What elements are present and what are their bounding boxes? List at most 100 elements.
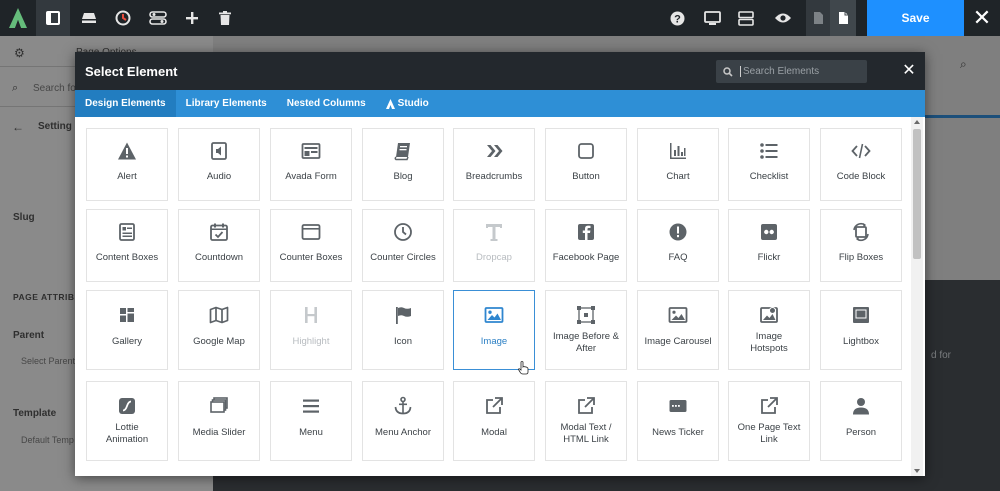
element-tile-button[interactable]: Button bbox=[545, 128, 627, 201]
publish-page-icon[interactable] bbox=[830, 0, 856, 36]
preview-search-icon[interactable]: ⌕ bbox=[960, 57, 967, 72]
element-tile-breadcrumbs[interactable]: Breadcrumbs bbox=[453, 128, 535, 201]
avada-logo-icon[interactable] bbox=[0, 0, 36, 36]
tab-nested-columns[interactable]: Nested Columns bbox=[277, 90, 376, 117]
close-builder-icon[interactable]: ✕ bbox=[964, 0, 1000, 36]
element-label: Image Hotspots bbox=[750, 331, 788, 354]
element-tile-news-ticker[interactable]: News Ticker bbox=[637, 381, 719, 461]
element-label: Menu bbox=[299, 427, 323, 438]
element-tile-code-block[interactable]: Code Block bbox=[820, 128, 902, 201]
element-tile-modal[interactable]: Modal bbox=[453, 381, 535, 461]
trash-icon[interactable] bbox=[208, 0, 242, 36]
element-label: Google Map bbox=[193, 336, 245, 347]
template-select[interactable]: Default Temp bbox=[21, 435, 74, 445]
preview-eye-icon[interactable] bbox=[766, 0, 800, 36]
search-sidebar-input[interactable]: Search for bbox=[33, 83, 79, 94]
element-tile-highlight[interactable]: Highlight bbox=[270, 290, 352, 370]
element-tile-icon[interactable]: Icon bbox=[362, 290, 444, 370]
library-icon[interactable] bbox=[72, 0, 106, 36]
element-tile-checklist[interactable]: Checklist bbox=[728, 128, 810, 201]
element-tile-media-slider[interactable]: Media Slider bbox=[178, 381, 260, 461]
element-tile-chart[interactable]: Chart bbox=[637, 128, 719, 201]
element-label: Facebook Page bbox=[552, 252, 620, 263]
gear-icon[interactable]: ⚙ bbox=[14, 46, 25, 60]
element-tile-faq[interactable]: FAQ bbox=[637, 209, 719, 282]
element-tile-countdown[interactable]: Countdown bbox=[178, 209, 260, 282]
element-label: Button bbox=[572, 171, 600, 182]
search-icon bbox=[716, 66, 740, 77]
element-tile-content-boxes[interactable]: Content Boxes bbox=[86, 209, 168, 282]
element-tile-image-carousel[interactable]: Image Carousel bbox=[637, 290, 719, 370]
scroll-up-arrow-icon[interactable] bbox=[914, 120, 920, 124]
element-tile-person[interactable]: Person bbox=[820, 381, 902, 461]
element-tile-counter-circles[interactable]: Counter Circles bbox=[362, 209, 444, 282]
before-after-icon bbox=[576, 304, 596, 326]
draft-page-icon[interactable] bbox=[806, 0, 830, 36]
scroll-down-arrow-icon[interactable] bbox=[914, 469, 920, 473]
flickr-icon bbox=[759, 221, 779, 243]
search-icon: ⌕ bbox=[12, 82, 19, 94]
image-icon bbox=[484, 304, 504, 326]
alert-icon bbox=[117, 140, 137, 162]
tab-studio[interactable]: Studio bbox=[376, 90, 439, 117]
history-icon[interactable] bbox=[106, 0, 140, 36]
layout-sections-icon[interactable] bbox=[729, 0, 763, 36]
scroll-thumb[interactable] bbox=[913, 129, 921, 259]
element-tile-modal-text-html-link[interactable]: Modal Text / HTML Link bbox=[545, 381, 627, 461]
preview-accent-bar bbox=[925, 115, 1000, 118]
help-icon[interactable]: ? bbox=[660, 0, 694, 36]
search-elements-box[interactable] bbox=[716, 60, 867, 83]
element-tile-flip-boxes[interactable]: Flip Boxes bbox=[820, 209, 902, 282]
tab-design-elements[interactable]: Design Elements bbox=[75, 90, 176, 117]
news-ticker-icon bbox=[668, 395, 688, 417]
element-tile-facebook-page[interactable]: Facebook Page bbox=[545, 209, 627, 282]
element-tile-one-page-text-link[interactable]: One Page Text Link bbox=[728, 381, 810, 461]
modal-link-icon bbox=[576, 395, 596, 417]
back-arrow-icon[interactable]: ← bbox=[12, 120, 24, 134]
element-tile-dropcap[interactable]: Dropcap bbox=[453, 209, 535, 282]
search-elements-input[interactable] bbox=[740, 66, 860, 77]
element-tile-image-before-after[interactable]: Image Before & After bbox=[545, 290, 627, 370]
element-label: Icon bbox=[394, 336, 412, 347]
svg-text:?: ? bbox=[674, 13, 681, 25]
element-tile-lightbox[interactable]: Lightbox bbox=[820, 290, 902, 370]
element-label: Gallery bbox=[111, 336, 143, 347]
menu-icon bbox=[301, 395, 321, 417]
element-label: Counter Boxes bbox=[279, 252, 343, 263]
element-label: Media Slider bbox=[192, 427, 246, 438]
element-tile-flickr[interactable]: Flickr bbox=[728, 209, 810, 282]
element-tile-alert[interactable]: Alert bbox=[86, 128, 168, 201]
element-tile-menu-anchor[interactable]: Menu Anchor bbox=[362, 381, 444, 461]
parent-select[interactable]: Select Parent bbox=[21, 356, 75, 366]
add-icon[interactable] bbox=[175, 0, 209, 36]
faq-icon bbox=[668, 221, 688, 243]
element-label: Checklist bbox=[749, 171, 789, 182]
element-tile-image[interactable]: Image bbox=[453, 290, 535, 370]
button-icon bbox=[576, 140, 596, 162]
element-tile-google-map[interactable]: Google Map bbox=[178, 290, 260, 370]
tab-library-elements[interactable]: Library Elements bbox=[176, 90, 277, 117]
breadcrumbs-icon bbox=[484, 140, 504, 162]
modal-scrollbar[interactable] bbox=[911, 117, 923, 476]
close-icon[interactable]: ✕ bbox=[901, 63, 917, 79]
element-tile-audio[interactable]: Audio bbox=[178, 128, 260, 201]
element-tile-gallery[interactable]: Gallery bbox=[86, 290, 168, 370]
audio-icon bbox=[209, 140, 229, 162]
desktop-preview-icon[interactable] bbox=[695, 0, 729, 36]
element-label: Code Block bbox=[836, 171, 886, 182]
parent-label: Parent bbox=[13, 330, 45, 341]
element-tile-avada-form[interactable]: Avada Form bbox=[270, 128, 352, 201]
element-label: Content Boxes bbox=[95, 252, 159, 263]
element-label: Audio bbox=[206, 171, 232, 182]
element-tile-image-hotspots[interactable]: Image Hotspots bbox=[728, 290, 810, 370]
element-tile-menu[interactable]: Menu bbox=[270, 381, 352, 461]
sidebar-toggle-icon[interactable] bbox=[36, 0, 70, 36]
element-tile-lottie-animation[interactable]: Lottie Animation bbox=[86, 381, 168, 461]
element-label: Dropcap bbox=[476, 252, 512, 263]
save-button[interactable]: Save bbox=[867, 0, 964, 36]
element-tile-counter-boxes[interactable]: Counter Boxes bbox=[270, 209, 352, 282]
highlight-icon bbox=[301, 304, 321, 326]
toggle-icon[interactable] bbox=[141, 0, 175, 36]
element-tile-blog[interactable]: Blog bbox=[362, 128, 444, 201]
counter-boxes-icon bbox=[301, 221, 321, 243]
